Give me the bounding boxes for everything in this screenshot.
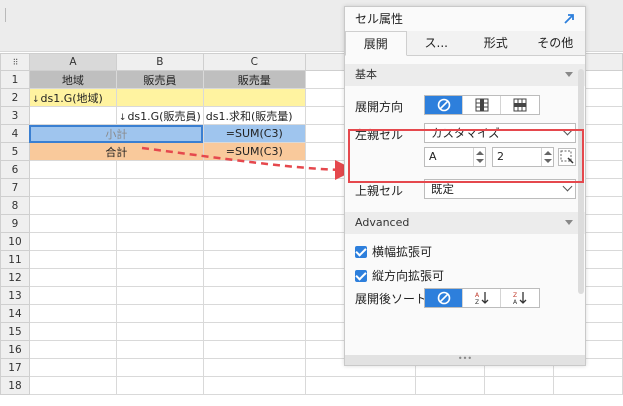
row-header[interactable]: 17 <box>0 358 30 377</box>
svg-text:A: A <box>513 299 518 305</box>
row-header[interactable]: 13 <box>0 286 30 305</box>
column-header-b[interactable]: B <box>115 53 204 71</box>
row-header[interactable]: 14 <box>0 304 30 323</box>
cell-b3-text: ds1.G(販売員) <box>127 109 201 123</box>
panel-tabs: 展開 ス... 形式 その他 <box>345 31 585 56</box>
sort-ascending-option[interactable]: AZ <box>463 289 501 307</box>
cell-a4-selected[interactable]: 小計 <box>28 124 204 143</box>
no-direction-icon <box>437 98 450 112</box>
checkbox-checked-icon <box>355 245 367 258</box>
sort-desc-icon: ZA <box>513 292 527 305</box>
cell-c3[interactable]: ds1.求和(販売量) <box>202 106 306 125</box>
svg-text:A: A <box>475 292 480 299</box>
cell-c1[interactable]: 販売量 <box>202 70 306 89</box>
row-header[interactable]: 12 <box>0 268 30 287</box>
expand-down-marker-icon: ↓ <box>118 112 127 123</box>
panel-title: セル属性 <box>345 7 585 31</box>
tab-expand[interactable]: 展開 <box>345 31 407 56</box>
row-header[interactable]: 15 <box>0 322 30 341</box>
cell-c4[interactable]: =SUM(C3) <box>202 124 306 143</box>
section-basic-title: 基本 <box>355 68 377 81</box>
column-header-c[interactable]: C <box>202 53 306 71</box>
tab-format[interactable]: 形式 <box>466 31 526 55</box>
direction-none-option[interactable] <box>425 96 463 114</box>
section-advanced[interactable]: Advanced <box>345 212 585 234</box>
column-header-a[interactable]: A <box>28 53 117 71</box>
sort-row: 展開後ソート AZ ZA <box>345 286 585 314</box>
highlight-box <box>348 129 584 183</box>
chevron-down-icon <box>565 72 573 77</box>
panel-title-text: セル属性 <box>355 12 404 26</box>
chevron-down-icon <box>562 181 573 192</box>
row-header[interactable]: 1 <box>0 70 30 89</box>
cell-a3[interactable] <box>28 106 117 125</box>
row-header[interactable]: 9 <box>0 214 30 233</box>
vertical-expand-checkbox[interactable]: 縦方向拡張可 <box>355 267 444 284</box>
row-header[interactable]: 8 <box>0 196 30 215</box>
cell-a2-text: ds1.G(地域) <box>40 91 103 105</box>
cell-b1[interactable]: 販売員 <box>115 70 204 89</box>
tab-other[interactable]: その他 <box>526 31 586 55</box>
section-advanced-title: Advanced <box>355 216 410 229</box>
section-basic[interactable]: 基本 <box>345 64 585 86</box>
cell-a5[interactable]: 合計 <box>28 142 204 161</box>
sort-segment: AZ ZA <box>424 288 540 308</box>
direction-horizontal-option[interactable] <box>501 96 539 114</box>
expand-direction-label: 展開方向 <box>355 100 404 114</box>
expand-down-marker-icon: ↓ <box>31 94 40 105</box>
sort-none-icon <box>437 291 450 305</box>
row-header[interactable]: 7 <box>0 178 30 197</box>
expand-direction-segment <box>424 95 540 115</box>
expand-direction-row: 展開方向 <box>345 92 585 120</box>
panel-resize-grip[interactable]: ••• <box>345 355 585 365</box>
ruler-mark <box>5 8 9 22</box>
sort-none-option[interactable] <box>425 289 463 307</box>
checkbox-checked-icon <box>355 269 367 282</box>
row-header[interactable]: 6 <box>0 160 30 179</box>
tab-style[interactable]: ス... <box>407 31 467 55</box>
horizontal-expand-icon <box>513 98 527 112</box>
upper-parent-value: 既定 <box>431 182 454 196</box>
expand-icon[interactable] <box>562 12 576 26</box>
cell-properties-panel: セル属性 展開 ス... 形式 その他 基本 展開方向 左親セル カスタマイズ … <box>344 6 586 366</box>
horizontal-expand-row: 横幅拡張可 <box>345 238 585 262</box>
cell-c2[interactable] <box>202 88 306 107</box>
row-header[interactable]: 5 <box>0 142 30 161</box>
vertical-expand-icon <box>475 98 488 112</box>
cell-c5[interactable]: =SUM(C3) <box>202 142 306 161</box>
row-header[interactable]: 2 <box>0 88 30 107</box>
cell-a1[interactable]: 地域 <box>28 70 117 89</box>
svg-text:Z: Z <box>475 299 479 305</box>
row-header[interactable]: 10 <box>0 232 30 251</box>
svg-text:Z: Z <box>513 292 517 299</box>
vertical-expand-label: 縦方向拡張可 <box>372 269 445 283</box>
sort-asc-icon: AZ <box>475 292 488 305</box>
sort-descending-option[interactable]: ZA <box>501 289 539 307</box>
chevron-down-icon <box>565 220 573 225</box>
row-header[interactable]: 16 <box>0 340 30 359</box>
sort-after-expand-label: 展開後ソート <box>355 292 428 306</box>
vertical-expand-row: 縦方向拡張可 <box>345 262 585 286</box>
cell-b2[interactable] <box>115 88 204 107</box>
direction-vertical-option[interactable] <box>463 96 501 114</box>
horizontal-expand-checkbox[interactable]: 横幅拡張可 <box>355 243 432 260</box>
row-header[interactable]: 11 <box>0 250 30 269</box>
horizontal-expand-label: 横幅拡張可 <box>372 245 433 259</box>
row-header[interactable]: 4 <box>0 124 30 143</box>
upper-parent-label: 上親セル <box>355 184 404 198</box>
select-all-corner[interactable]: ⠿ <box>0 53 30 71</box>
cell-b3[interactable]: ↓ds1.G(販売員) <box>115 106 204 125</box>
cell-a2[interactable]: ↓ds1.G(地域) <box>28 88 117 107</box>
row-header[interactable]: 3 <box>0 106 30 125</box>
row-header[interactable]: 18 <box>0 376 30 395</box>
